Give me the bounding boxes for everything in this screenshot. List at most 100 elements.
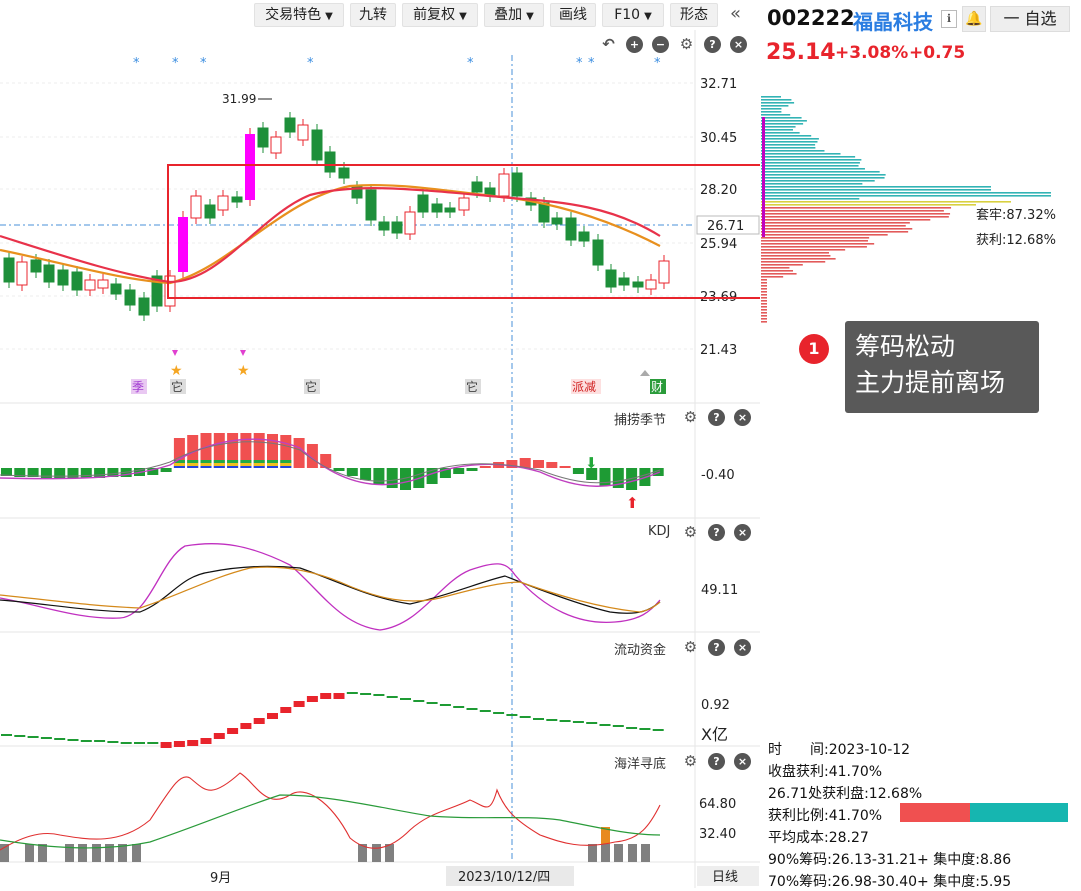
trapped-label: 套牢:87.32% — [976, 204, 1056, 223]
ma-red-line — [0, 187, 661, 284]
overlay-dropdown[interactable]: 叠加 ▼ — [484, 3, 544, 27]
candle — [378, 216, 390, 236]
buhuo-bar — [80, 468, 92, 478]
buhuo-bar — [267, 434, 278, 468]
flow-dash — [639, 728, 651, 730]
chip-70-label: 70%筹码:26.98-30.40+ 集中度:5.95 — [768, 874, 1012, 890]
close-icon[interactable]: × — [734, 639, 751, 656]
help-icon[interactable]: ? — [704, 36, 721, 53]
svg-text:*: * — [576, 56, 583, 71]
undo-icon[interactable]: ↶ — [600, 36, 617, 53]
kdj-title: KDJ — [648, 524, 671, 539]
stock-name[interactable]: 福晶科技 — [853, 6, 933, 35]
ocean-bar — [372, 844, 381, 862]
buhuo-bar — [572, 468, 584, 474]
crosshair-price-label: 26.71 — [707, 219, 744, 234]
bell-icon[interactable]: 🔔 — [962, 6, 986, 32]
event-labels: 季 它 它 它 派减 财 — [131, 370, 666, 394]
add-watchlist-button[interactable]: 一 自选 — [990, 6, 1070, 32]
chip-bar — [761, 120, 807, 122]
candle — [484, 182, 496, 202]
candle — [565, 212, 577, 246]
svg-text:*: * — [133, 56, 140, 71]
ocean-bar — [38, 844, 47, 862]
close-icon[interactable]: × — [734, 409, 751, 426]
nine-turn-button[interactable]: 九转 — [350, 3, 396, 27]
gear-icon[interactable]: ⚙ — [682, 409, 699, 426]
chip-bar — [761, 186, 991, 188]
chip-bar — [761, 210, 944, 212]
forward-adjust-dropdown[interactable]: 前复权 ▼ — [402, 3, 478, 27]
chip-bar — [761, 219, 931, 221]
buhuo-bar — [599, 468, 611, 486]
flow-dash — [107, 741, 119, 743]
close-icon[interactable]: × — [734, 753, 751, 770]
kdj-k-line — [0, 565, 661, 614]
chip-bar — [761, 309, 767, 311]
double-chevron-left-icon[interactable]: « — [730, 3, 741, 24]
pattern-button[interactable]: 形态 — [670, 3, 718, 27]
kline-tools: ↶ + − ⚙ ? × — [600, 36, 747, 53]
flow-dash — [599, 724, 611, 726]
flow-dash — [413, 700, 425, 702]
candle — [57, 264, 69, 291]
candle — [511, 167, 523, 202]
candle — [551, 212, 563, 230]
svg-text:32.71: 32.71 — [700, 77, 737, 92]
chart-toolbar: 交易特色 ▼ 九转 前复权 ▼ 叠加 ▼ 画线 F10 ▼ 形态 « — [0, 0, 760, 30]
trading-features-dropdown[interactable]: 交易特色 ▼ — [254, 3, 344, 27]
flow-dash — [267, 713, 278, 719]
buhuo-bar — [280, 435, 292, 468]
flow-dash — [40, 737, 52, 739]
buhuo-bar — [333, 468, 345, 471]
flow-dash — [120, 742, 132, 744]
zoom-in-icon[interactable]: + — [626, 36, 643, 53]
ocean-red-line — [0, 772, 661, 851]
ocean-bar — [65, 844, 74, 862]
flow-dash — [626, 727, 638, 729]
chip-bar — [761, 174, 886, 176]
zoom-out-icon[interactable]: − — [652, 36, 669, 53]
candle — [245, 128, 255, 206]
svg-text:⬇: ⬇ — [585, 454, 598, 472]
help-icon[interactable]: ? — [708, 753, 725, 770]
svg-text:21.43: 21.43 — [700, 343, 737, 358]
chip-bar — [761, 222, 910, 224]
flow-dash — [506, 714, 518, 716]
time-label: 时 间:2023-10-12 — [768, 742, 911, 758]
ocean-bar — [78, 844, 87, 862]
flow-dash — [293, 701, 305, 707]
close-icon[interactable]: × — [734, 524, 751, 541]
info-icon[interactable]: ℹ — [941, 10, 957, 28]
chip-bar — [761, 243, 875, 245]
annotation-callout: 筹码松动 主力提前离场 — [845, 321, 1039, 413]
chip-bar — [761, 153, 841, 155]
ocean-bar — [0, 844, 9, 862]
draw-line-button[interactable]: 画线 — [550, 3, 596, 27]
high-price-marker: 31.99 — [222, 92, 256, 106]
gear-icon[interactable]: ⚙ — [682, 639, 699, 656]
chip-bar — [761, 246, 867, 248]
help-icon[interactable]: ? — [708, 409, 725, 426]
flow-dash — [533, 718, 544, 720]
help-icon[interactable]: ? — [708, 639, 725, 656]
forward-adjust-label: 前复权 — [413, 7, 456, 23]
chip-bar — [761, 114, 791, 116]
gear-icon[interactable]: ⚙ — [682, 524, 699, 541]
cursor-date-label: 2023/10/12/四 — [458, 870, 550, 885]
chip-bar — [761, 126, 796, 128]
flow-funds-series — [1, 692, 664, 748]
chip-bar — [761, 189, 991, 191]
buhuo-bar — [293, 438, 305, 468]
ocean-value-high: 64.80 — [699, 797, 736, 812]
gear-icon[interactable]: ⚙ — [682, 753, 699, 770]
svg-text:25.94: 25.94 — [700, 237, 737, 252]
svg-text:*: * — [307, 56, 314, 71]
chip-bar — [761, 183, 863, 185]
stock-code: 002222 — [767, 6, 855, 30]
help-icon[interactable]: ? — [708, 524, 725, 541]
gear-icon[interactable]: ⚙ — [678, 36, 695, 53]
flow-dash — [346, 692, 358, 694]
f10-dropdown[interactable]: F10 ▼ — [602, 3, 664, 27]
close-icon[interactable]: × — [730, 36, 747, 53]
